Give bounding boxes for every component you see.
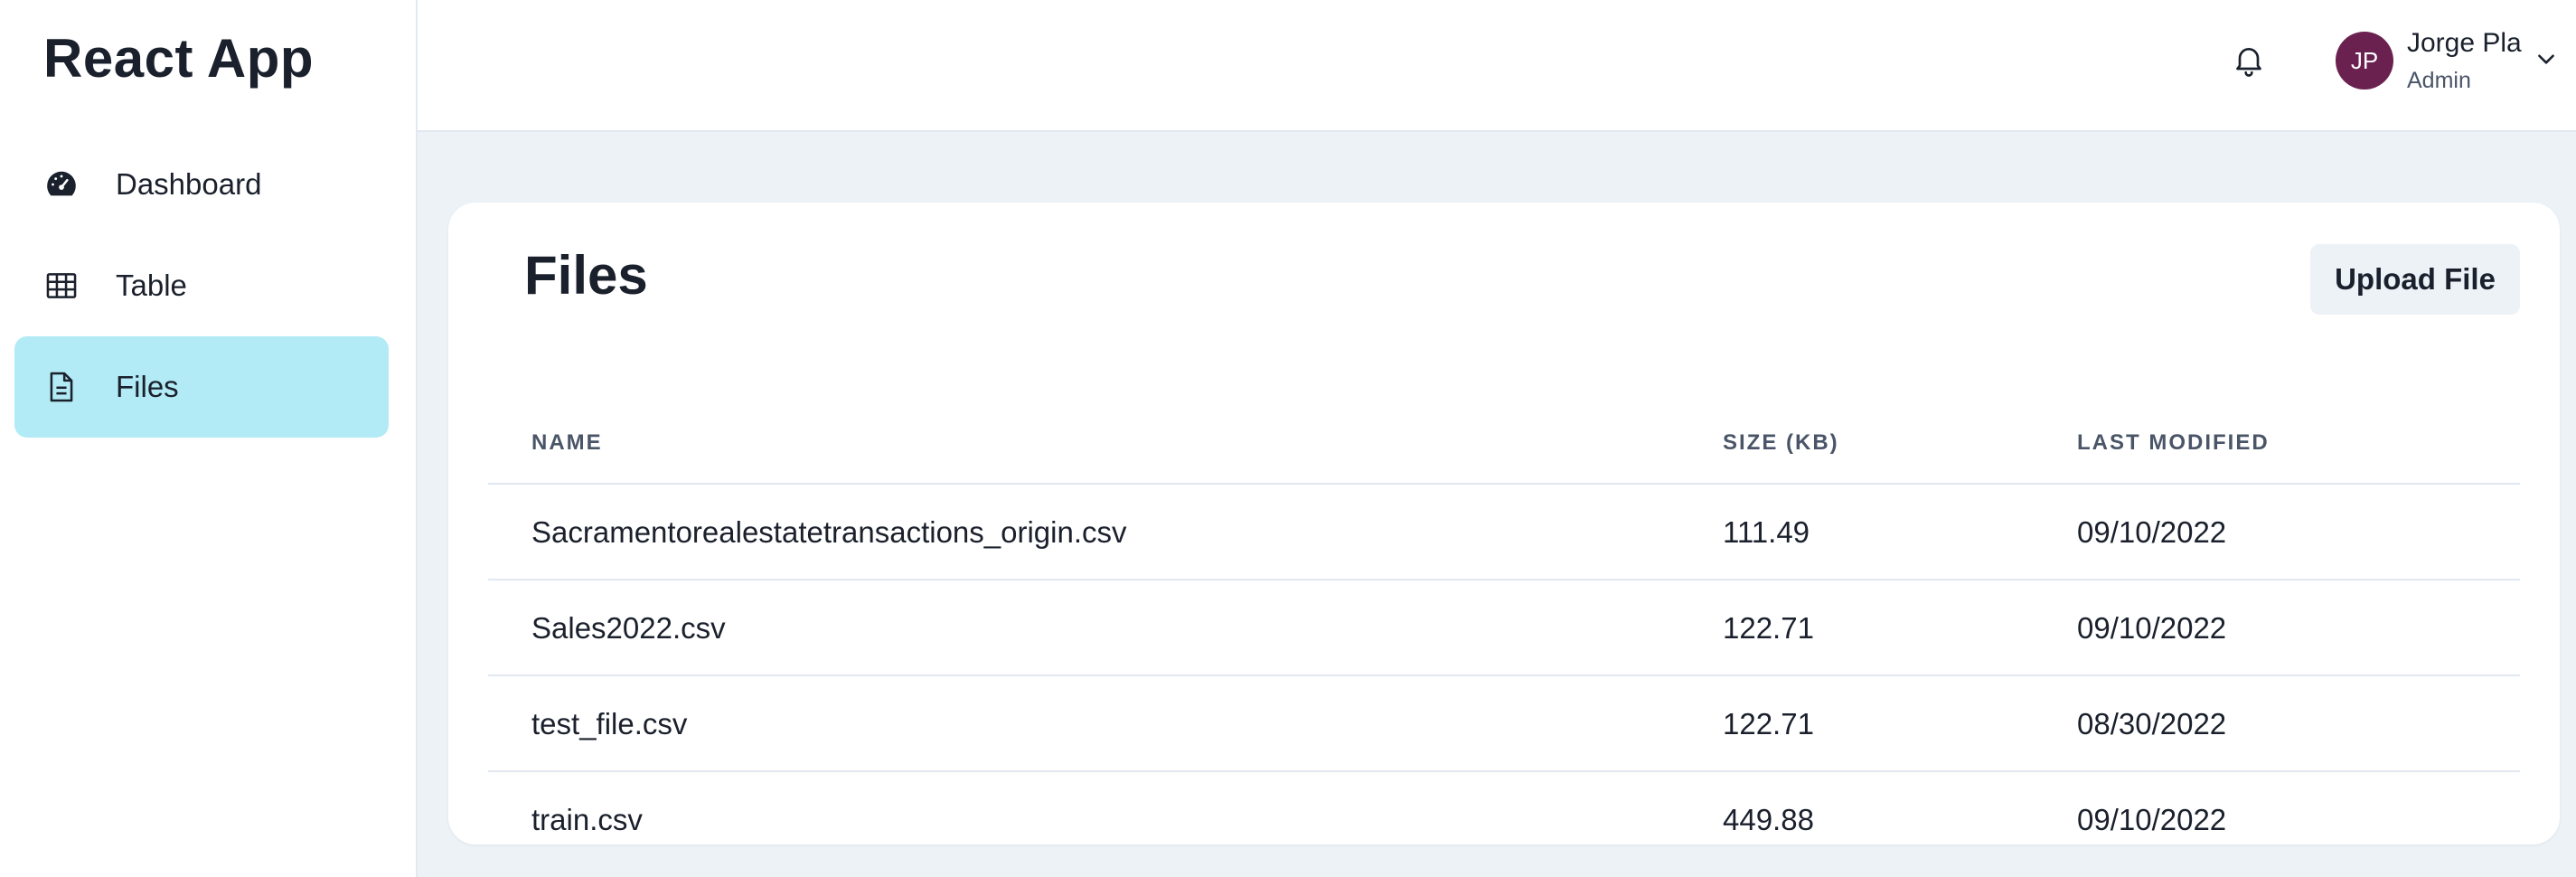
column-header-name[interactable]: NAME [531,430,603,456]
table-row[interactable]: Sacramentorealestatetransactions_origin.… [488,485,2520,580]
file-name-cell: Sacramentorealestatetransactions_origin.… [531,515,1127,549]
sidebar-item-dashboard[interactable]: Dashboard [14,134,389,235]
sidebar-item-label: Files [116,370,179,403]
sidebar-item-label: Table [116,269,187,302]
file-size-cell: 122.71 [1723,611,1814,645]
file-icon [43,369,80,405]
column-header-last-modified[interactable]: LAST MODIFIED [2077,430,2270,456]
files-table: NAME SIZE (KB) LAST MODIFIED Sacramentor… [488,392,2520,844]
table-icon [43,268,80,304]
app-title: React App [43,28,314,89]
upload-file-button[interactable]: Upload File [2310,244,2520,315]
file-name-cell: train.csv [531,803,643,836]
sidebar-item-table[interactable]: Table [14,235,389,336]
file-modified-cell: 08/30/2022 [2077,707,2227,740]
avatar[interactable]: JP [2336,32,2393,90]
table-row[interactable]: Sales2022.csv 122.71 09/10/2022 [488,580,2520,676]
file-name-cell: test_file.csv [531,707,688,740]
table-row[interactable]: test_file.csv 122.71 08/30/2022 [488,676,2520,772]
sidebar-item-files[interactable]: Files [14,336,389,438]
file-modified-cell: 09/10/2022 [2077,515,2227,549]
file-modified-cell: 09/10/2022 [2077,611,2227,645]
table-row[interactable]: train.csv 449.88 09/10/2022 [488,772,2520,844]
sidebar: React App Dashboard Table Files [0,0,418,877]
files-card: Files Upload File NAME SIZE (KB) LAST MO… [448,203,2560,844]
file-name-cell: Sales2022.csv [531,611,726,645]
file-size-cell: 449.88 [1723,803,1814,836]
file-size-cell: 111.49 [1723,515,1810,549]
user-name[interactable]: Jorge Pla [2407,28,2522,59]
sidebar-item-label: Dashboard [116,167,262,201]
file-modified-cell: 09/10/2022 [2077,803,2227,836]
gauge-icon [43,166,80,203]
page-title: Files [524,245,648,306]
column-header-size[interactable]: SIZE (KB) [1723,430,1839,456]
file-size-cell: 122.71 [1723,707,1814,740]
table-header: NAME SIZE (KB) LAST MODIFIED [488,392,2520,485]
user-role: Admin [2407,68,2471,93]
chevron-down-icon[interactable] [2534,47,2558,71]
bell-icon[interactable] [2231,42,2267,78]
